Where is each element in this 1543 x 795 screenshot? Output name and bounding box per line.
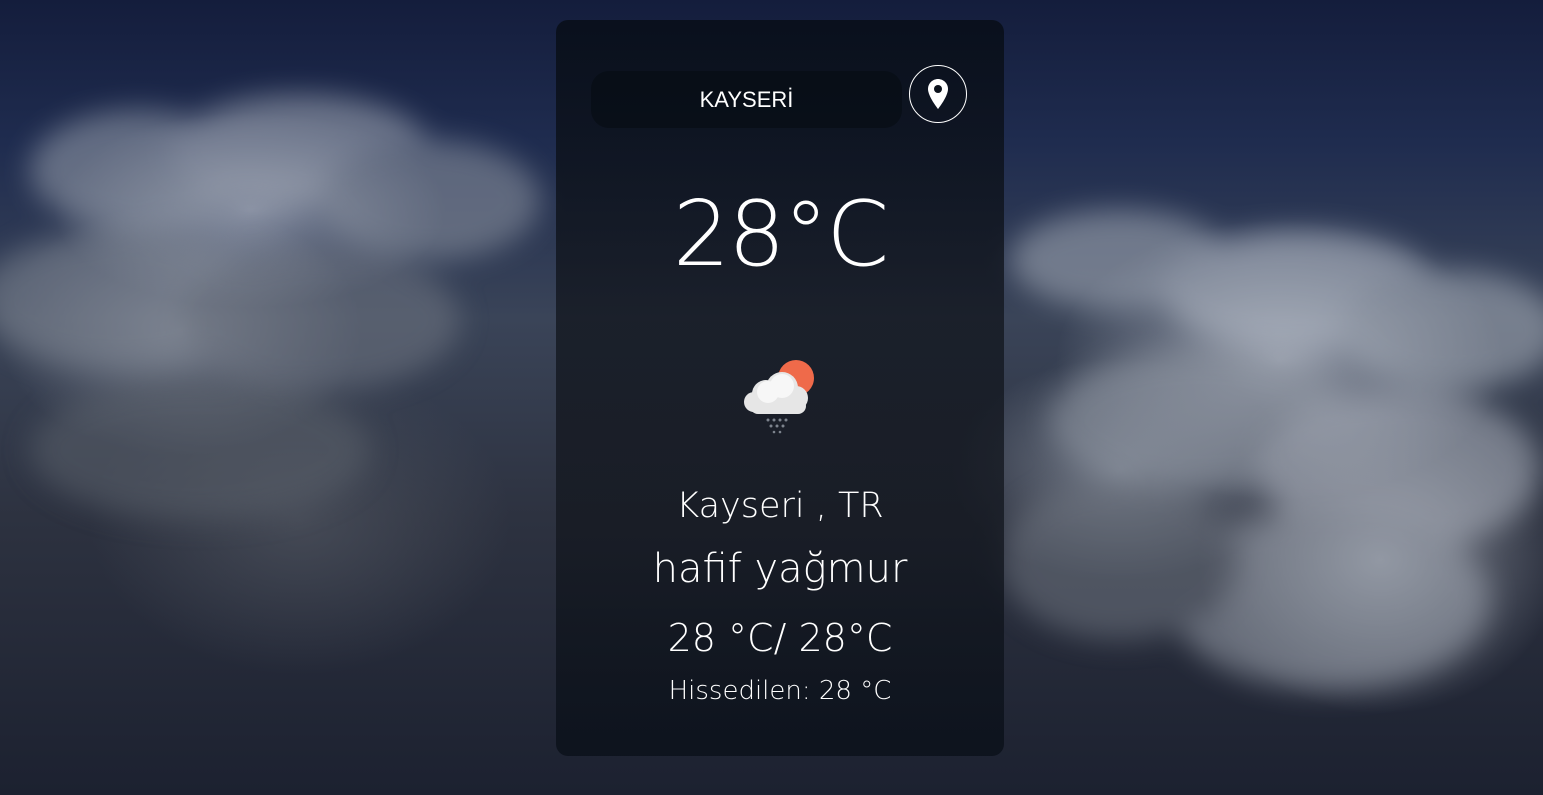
map-pin-icon	[928, 79, 948, 109]
location-button[interactable]	[909, 65, 967, 123]
weather-card: 28°C Kayseri , TR hafif yağmur 28 °C/	[556, 20, 1004, 756]
min-max-temperature: 28 °C/ 28°C	[667, 616, 893, 660]
city-search-input[interactable]	[591, 71, 902, 128]
cloud-rain-sun-icon	[744, 360, 814, 434]
city-name: Kayseri , TR	[676, 486, 884, 526]
weather-description: hafif yağmur	[652, 546, 908, 592]
feels-like-temperature: Hissedilen: 28 °C	[668, 676, 892, 706]
current-temperature: 28°C	[672, 182, 889, 287]
